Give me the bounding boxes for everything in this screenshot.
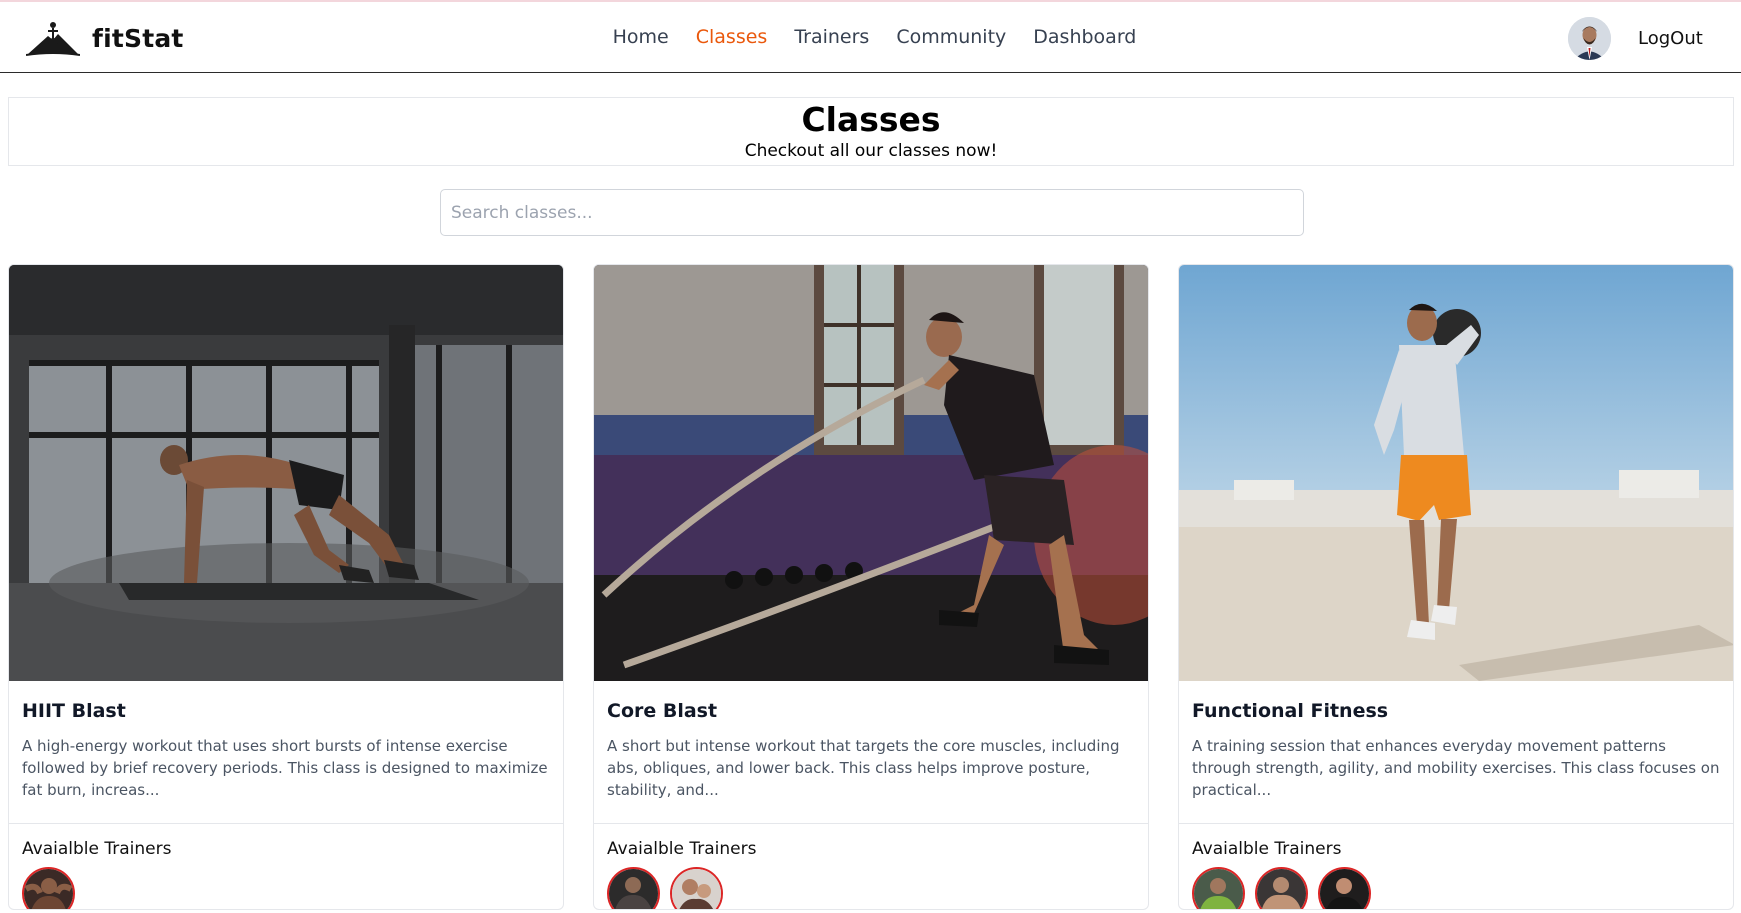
nav-classes[interactable]: Classes	[696, 26, 768, 48]
trainer-avatar[interactable]	[1192, 867, 1245, 909]
trainer-list	[1192, 867, 1720, 909]
class-title: Core Blast	[607, 700, 718, 722]
class-card-body: Functional Fitness A training session th…	[1179, 681, 1733, 824]
class-card-body: Core Blast A short but intense workout t…	[594, 681, 1148, 824]
class-image	[9, 265, 563, 681]
class-card[interactable]: HIIT Blast A high-energy workout that us…	[8, 264, 564, 910]
navbar: fitStat Home Classes Trainers Community …	[0, 2, 1741, 73]
trainer-avatar[interactable]	[1318, 867, 1371, 909]
logout-button[interactable]: LogOut	[1638, 28, 1703, 49]
class-image	[594, 265, 1148, 681]
class-title: Functional Fitness	[1192, 700, 1389, 722]
trainer-avatar[interactable]	[607, 867, 660, 909]
class-card-body: HIIT Blast A high-energy workout that us…	[9, 681, 563, 824]
trainer-avatar[interactable]	[670, 867, 723, 909]
trainers-label: Avaialble Trainers	[607, 839, 757, 859]
class-description: A high-energy workout that uses short bu…	[22, 737, 548, 799]
trainer-list	[22, 867, 550, 909]
class-card-footer: Avaialble Trainers	[9, 824, 563, 909]
nav-community[interactable]: Community	[896, 26, 1006, 48]
trainer-avatar[interactable]	[1255, 867, 1308, 909]
class-title: HIIT Blast	[22, 700, 126, 722]
class-card[interactable]: Core Blast A short but intense workout t…	[593, 264, 1149, 910]
class-image	[1179, 265, 1733, 681]
page-subtitle: Checkout all our classes now!	[744, 141, 998, 161]
page-title: Classes	[801, 100, 941, 139]
page-header: Classes Checkout all our classes now!	[8, 97, 1734, 166]
user-avatar[interactable]	[1568, 17, 1611, 60]
nav-trainers[interactable]: Trainers	[794, 26, 869, 48]
trainers-label: Avaialble Trainers	[22, 839, 172, 859]
class-description: A short but intense workout that targets…	[607, 737, 1120, 799]
nav-dashboard[interactable]: Dashboard	[1033, 26, 1136, 48]
class-card[interactable]: Functional Fitness A training session th…	[1178, 264, 1734, 910]
search-input[interactable]	[440, 189, 1304, 236]
trainers-label: Avaialble Trainers	[1192, 839, 1342, 859]
nav-home[interactable]: Home	[613, 26, 669, 48]
class-card-footer: Avaialble Trainers	[1179, 824, 1733, 909]
main-nav: Home Classes Trainers Community Dashboar…	[0, 26, 1741, 48]
class-card-footer: Avaialble Trainers	[594, 824, 1148, 909]
trainer-avatar[interactable]	[22, 867, 75, 909]
trainer-list	[607, 867, 1135, 909]
class-description: A training session that enhances everyda…	[1192, 737, 1720, 799]
